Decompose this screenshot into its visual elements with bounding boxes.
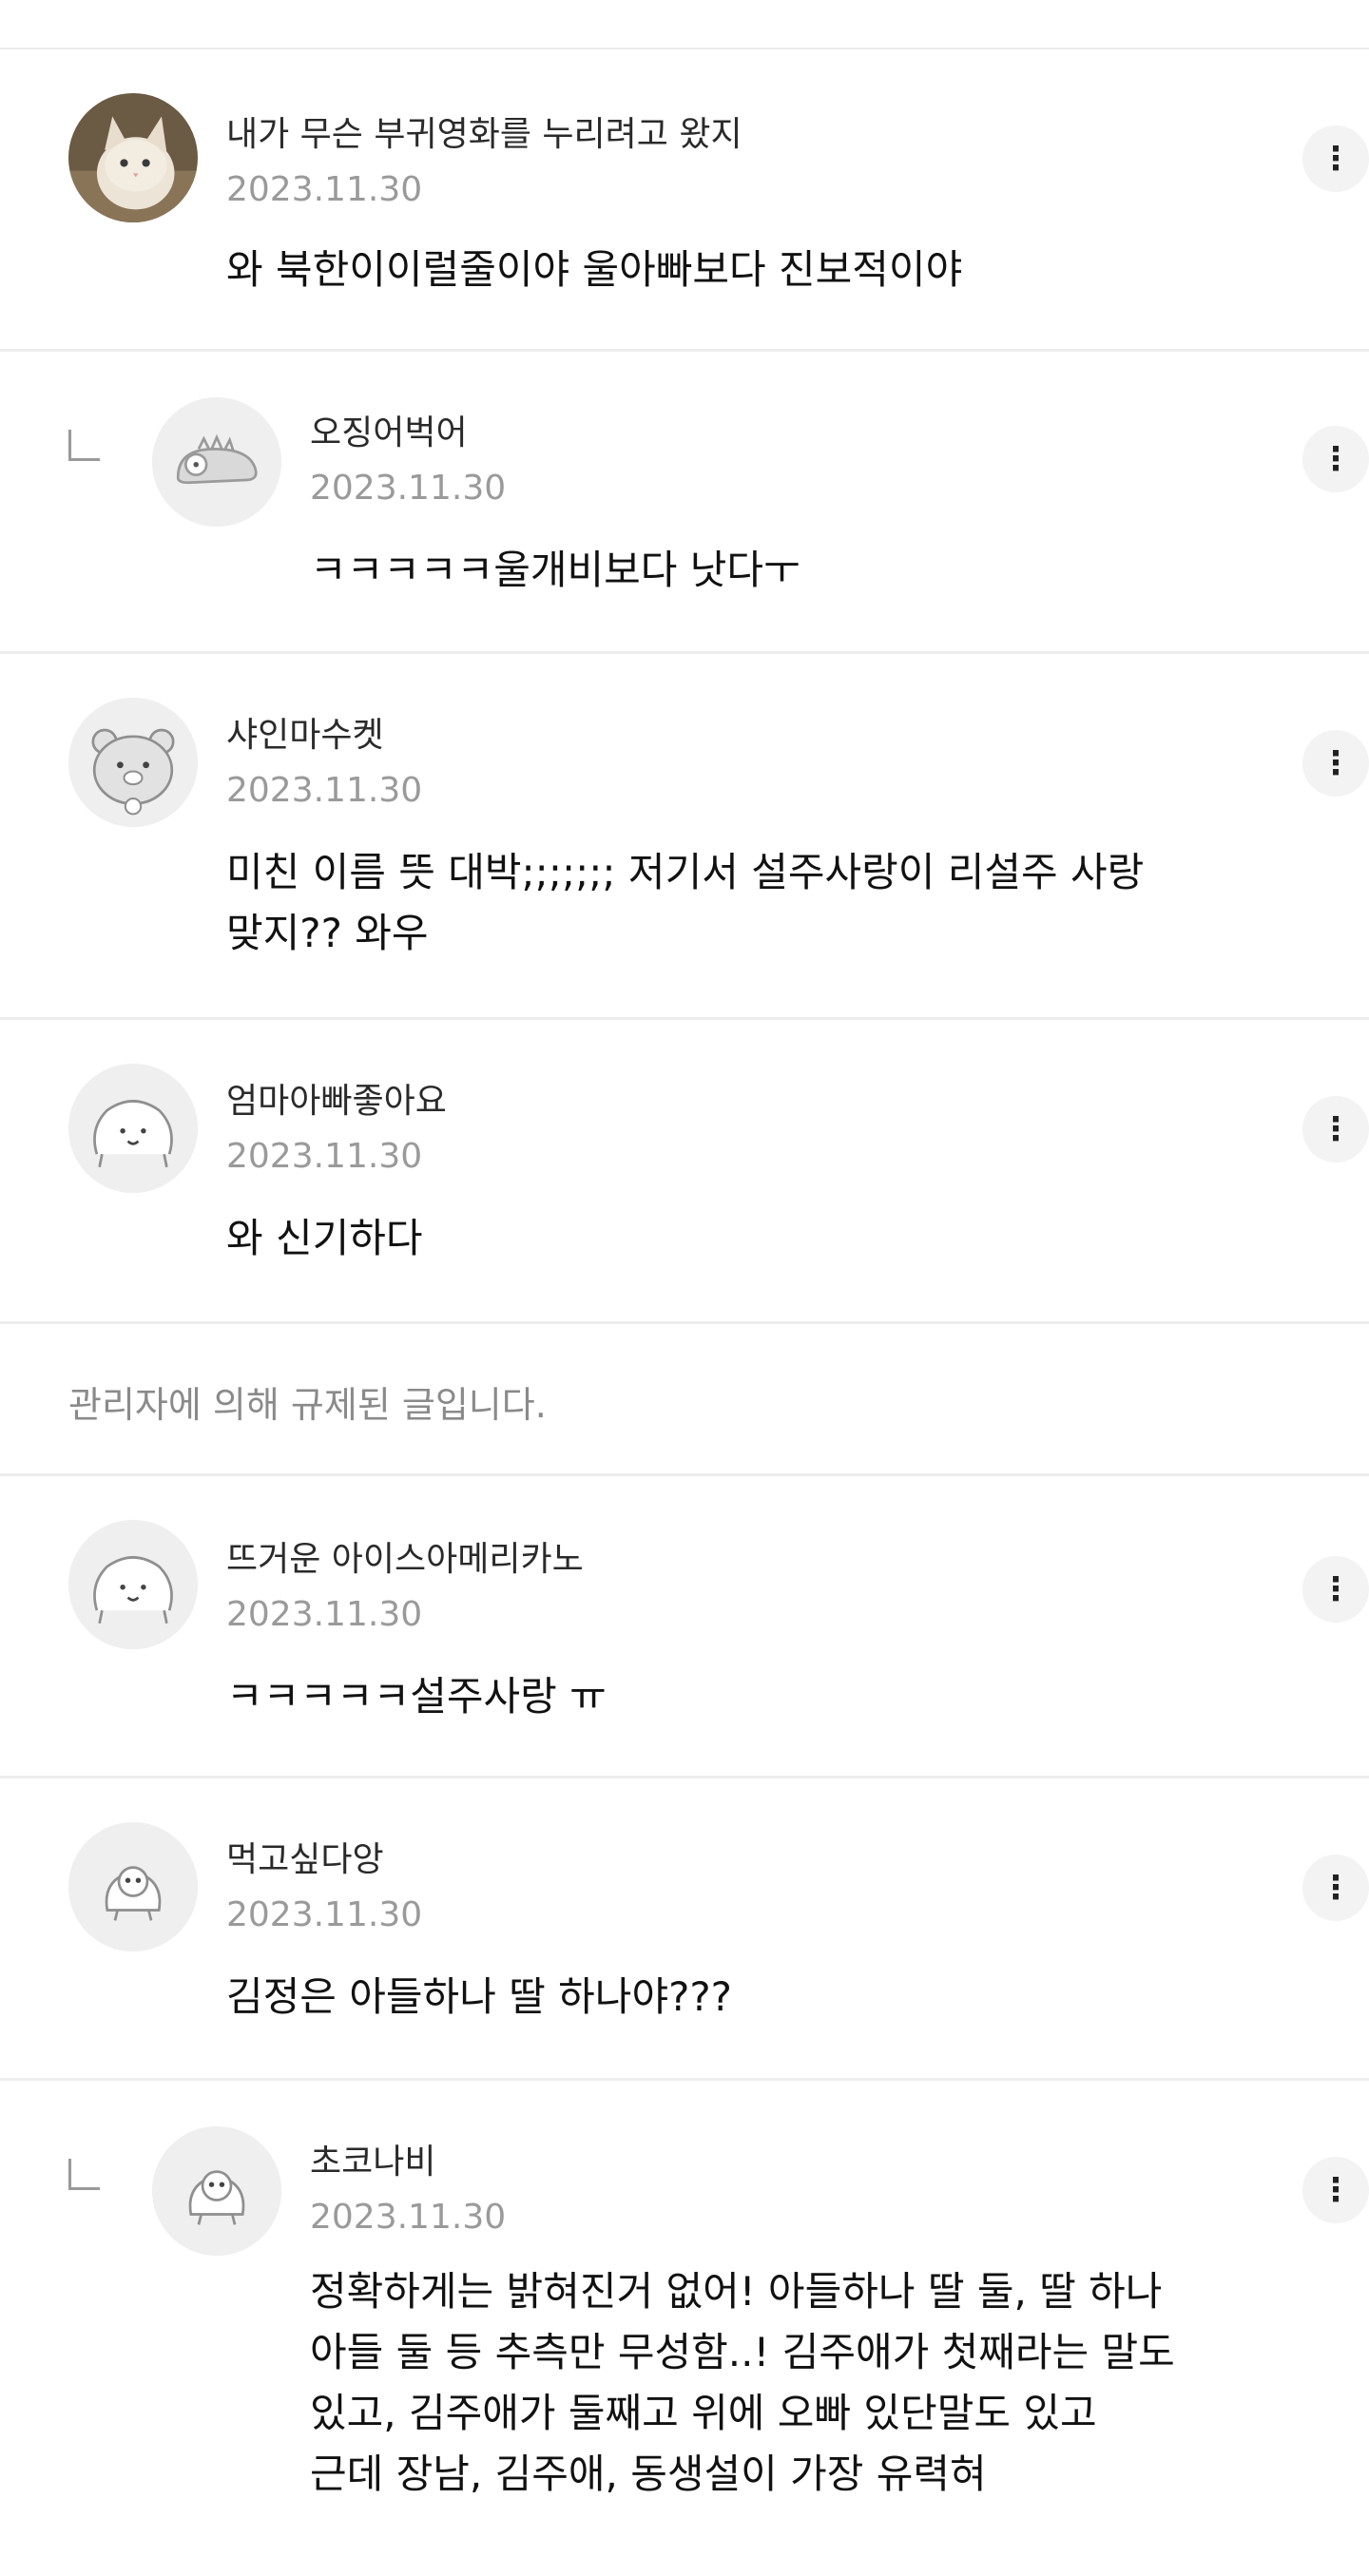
comment-author[interactable]: 샤인마수켓 xyxy=(226,715,422,757)
bear-avatar[interactable] xyxy=(68,698,198,827)
comment-date: 2023.11.30 xyxy=(226,170,423,209)
comment-author[interactable]: 뜨거운 아이스아메리카노 xyxy=(226,1539,584,1581)
comment-author[interactable]: 초코나비 xyxy=(310,2142,506,2183)
more-vertical-icon: ⋮ xyxy=(1320,1869,1352,1907)
comment-date: 2023.11.30 xyxy=(310,2198,507,2237)
comment-date: 2023.11.30 xyxy=(310,469,507,508)
moderated-notice-item: 관리자에 의해 규제된 글입니다. xyxy=(0,1324,1369,1476)
comment-text: 정확하게는 밝혀진거 없어! 아들하나 딸 둘, 딸 하나 아들 둘 등 추측만… xyxy=(310,2268,1175,2497)
blob-icon xyxy=(68,1520,198,1649)
comment-meta: 엄마아빠좋아요 2023.11.30 xyxy=(226,1081,447,1178)
comment-item: 먹고싶다앙 2023.11.30 김정은 아들하나 딸 하나야??? ⋮ xyxy=(0,1778,1369,2081)
comment-meta: 초코나비 2023.11.30 xyxy=(310,2142,506,2239)
more-vertical-icon: ⋮ xyxy=(1320,744,1352,782)
comment-author[interactable]: 내가 무슨 부귀영화를 누리려고 왔지 xyxy=(226,114,742,156)
more-options-button[interactable]: ⋮ xyxy=(1302,2157,1369,2223)
comment-date: 2023.11.30 xyxy=(226,1895,423,1934)
more-vertical-icon: ⋮ xyxy=(1320,2171,1352,2209)
moderated-notice: 관리자에 의해 규제된 글입니다. xyxy=(68,1384,547,1426)
reply-indicator-icon xyxy=(68,2159,100,2190)
dinosaur-avatar[interactable] xyxy=(152,397,281,527)
comment-author[interactable]: 먹고싶다앙 xyxy=(226,1839,422,1881)
reply-item: 초코나비 2023.11.30 정확하게는 밝혀진거 없어! 아들하나 딸 둘,… xyxy=(0,2081,1369,2576)
comment-meta: 내가 무슨 부귀영화를 누리려고 왔지 2023.11.30 xyxy=(226,114,742,211)
comment-author[interactable]: 오징어벅어 xyxy=(310,413,506,454)
blob-avatar[interactable] xyxy=(68,1520,198,1649)
gray-blob-icon xyxy=(68,1822,198,1951)
comment-text: 와 신기하다 xyxy=(226,1215,423,1261)
comment-item: 샤인마수켓 2023.11.30 미친 이름 뜻 대박;;;;;;; 저기서 설… xyxy=(0,654,1369,1020)
more-options-button[interactable]: ⋮ xyxy=(1302,125,1369,192)
comment-text: 와 북한이이럴줄이야 울아빠보다 진보적이야 xyxy=(226,246,963,293)
comment-text: 김정은 아들하나 딸 하나야??? xyxy=(226,1973,732,2020)
more-options-button[interactable]: ⋮ xyxy=(1302,1855,1369,1921)
cat-photo-avatar[interactable] xyxy=(68,93,198,222)
comment-meta: 먹고싶다앙 2023.11.30 xyxy=(226,1839,422,1936)
comment-item: 엄마아빠좋아요 2023.11.30 와 신기하다 ⋮ xyxy=(0,1020,1369,1324)
comment-meta: 뜨거운 아이스아메리카노 2023.11.30 xyxy=(226,1539,584,1636)
reply-item: 오징어벅어 2023.11.30 ㅋㅋㅋㅋㅋ울개비보다 낫다ㅜ ⋮ xyxy=(0,352,1369,654)
gray-blob-icon xyxy=(152,2126,281,2256)
comment-text: ㅋㅋㅋㅋㅋ울개비보다 낫다ㅜ xyxy=(310,547,800,593)
more-vertical-icon: ⋮ xyxy=(1320,1570,1352,1608)
comment-text: 미친 이름 뜻 대박;;;;;;; 저기서 설주사랑이 리설주 사랑 맞지?? … xyxy=(226,849,1145,956)
more-options-button[interactable]: ⋮ xyxy=(1302,1556,1369,1623)
bear-icon xyxy=(68,698,198,827)
blob-avatar[interactable] xyxy=(68,1064,198,1193)
comment-meta: 오징어벅어 2023.11.30 xyxy=(310,413,506,509)
comment-item: 내가 무슨 부귀영화를 누리려고 왔지 2023.11.30 와 북한이이럴줄이… xyxy=(0,49,1369,352)
gray-blob-avatar[interactable] xyxy=(152,2126,281,2256)
gray-blob-avatar[interactable] xyxy=(68,1822,198,1951)
blob-icon xyxy=(68,1064,198,1193)
comment-date: 2023.11.30 xyxy=(226,1595,423,1634)
comment-author[interactable]: 엄마아빠좋아요 xyxy=(226,1081,447,1123)
cat-photo-icon xyxy=(68,93,198,222)
more-options-button[interactable]: ⋮ xyxy=(1302,426,1369,492)
reply-indicator-icon xyxy=(68,430,100,461)
more-options-button[interactable]: ⋮ xyxy=(1302,730,1369,797)
dinosaur-icon xyxy=(152,397,281,527)
comment-date: 2023.11.30 xyxy=(226,771,423,810)
comment-date: 2023.11.30 xyxy=(226,1137,423,1176)
comment-text: ㅋㅋㅋㅋㅋ설주사랑 ㅠ xyxy=(226,1673,607,1720)
comment-meta: 샤인마수켓 2023.11.30 xyxy=(226,715,422,812)
more-options-button[interactable]: ⋮ xyxy=(1302,1096,1369,1163)
comment-item: 뜨거운 아이스아메리카노 2023.11.30 ㅋㅋㅋㅋㅋ설주사랑 ㅠ ⋮ xyxy=(0,1476,1369,1778)
more-vertical-icon: ⋮ xyxy=(1320,140,1352,178)
more-vertical-icon: ⋮ xyxy=(1320,1110,1352,1148)
more-vertical-icon: ⋮ xyxy=(1320,440,1352,478)
